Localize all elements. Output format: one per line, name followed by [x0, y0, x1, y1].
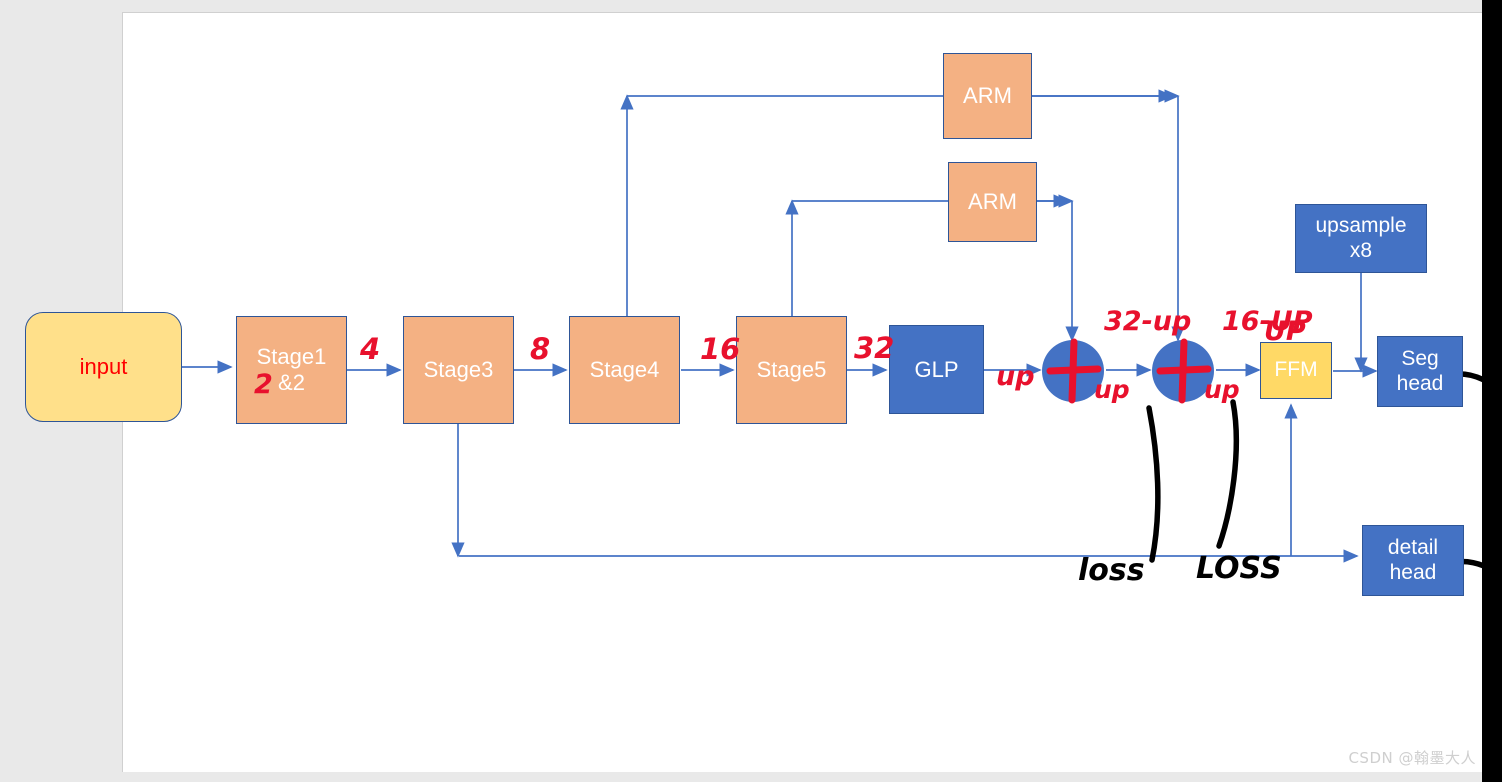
node-stage4[interactable]: Stage4 [569, 316, 680, 424]
node-stage5[interactable]: Stage5 [736, 316, 847, 424]
node-input[interactable]: input [25, 312, 182, 422]
annotation-downsample-8: 8 [530, 332, 551, 366]
annotation-add2-up: up [1204, 375, 1240, 404]
node-stage1-2[interactable]: Stage1 &2 [236, 316, 347, 424]
annotation-add1-32up: 32-up [1104, 306, 1192, 337]
annotation-ffm-up: UP [1264, 316, 1306, 347]
annotation-downsample-16: 16 [700, 332, 741, 366]
annotation-glp-up: up [996, 361, 1035, 392]
node-upsample-x8[interactable]: upsample x8 [1295, 204, 1427, 273]
annotation-stage1-overwrite-2: 2 [254, 369, 273, 400]
annotation-add1-up: up [1094, 375, 1130, 404]
node-ffm[interactable]: FFM [1260, 342, 1332, 399]
diagram-root: input Stage1 &2 Stage3 Stage4 Stage5 GLP… [0, 0, 1502, 782]
watermark: CSDN @翰墨大人 [1348, 749, 1476, 767]
annotation-loss-2: LOSS [1196, 551, 1282, 586]
node-stage3[interactable]: Stage3 [403, 316, 514, 424]
annotation-loss-1: loss [1078, 553, 1145, 588]
annotation-downsample-4: 4 [360, 332, 381, 366]
annotation-downsample-32: 32 [854, 331, 895, 365]
node-arm-bottom[interactable]: ARM [948, 162, 1037, 242]
node-arm-top[interactable]: ARM [943, 53, 1032, 139]
node-seg-head[interactable]: Seg head [1377, 336, 1463, 407]
node-glp[interactable]: GLP [889, 325, 984, 414]
node-detail-head[interactable]: detail head [1362, 525, 1464, 596]
right-edge-black-bar [1482, 0, 1502, 782]
